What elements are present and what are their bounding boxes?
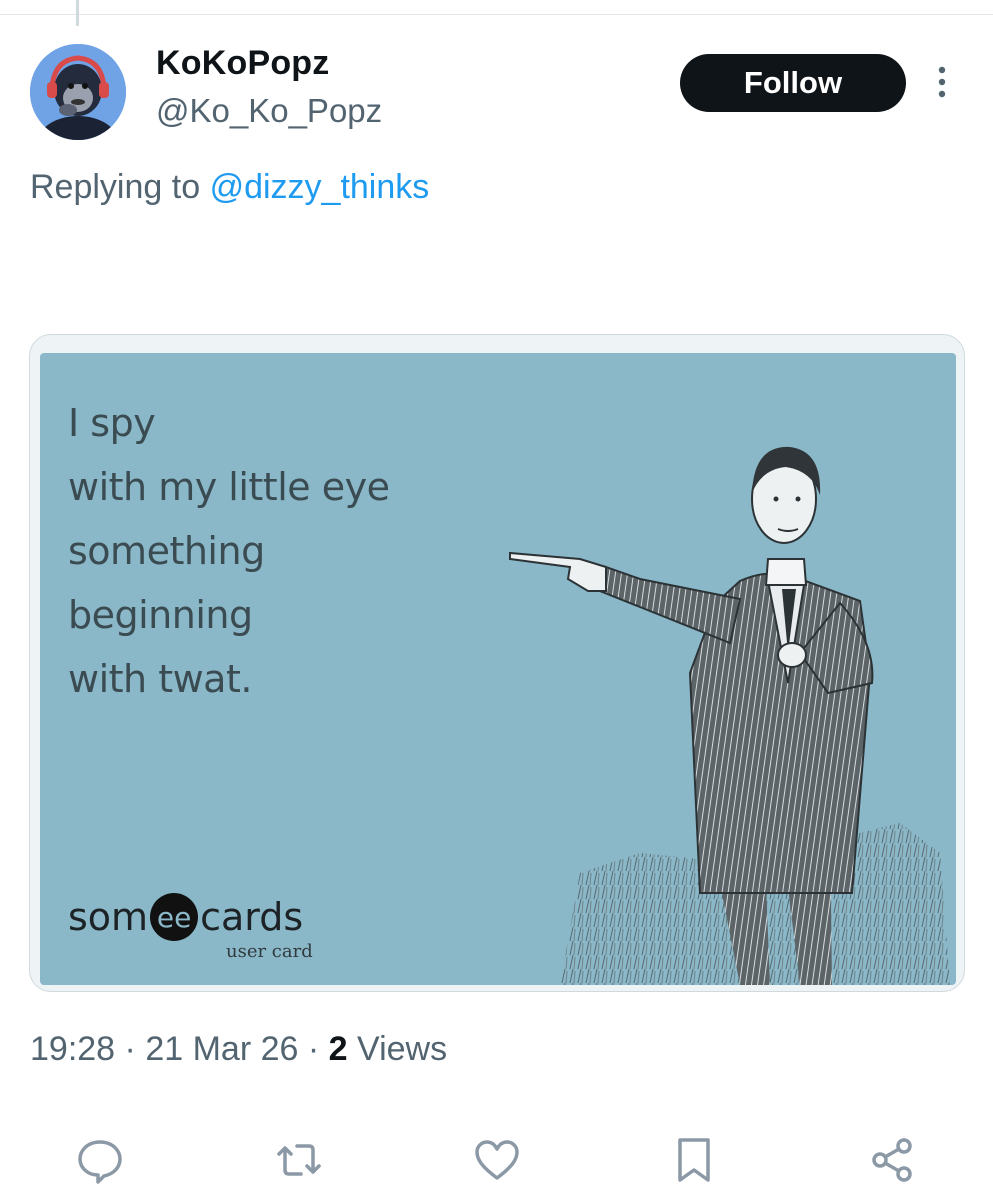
replying-mention-link[interactable]: @dizzy_thinks — [210, 168, 430, 206]
reply-icon[interactable] — [74, 1134, 126, 1186]
tweet-date[interactable]: 21 Mar 26 — [145, 1030, 298, 1068]
brand-left: som — [68, 895, 149, 939]
brand-ee-badge: ee — [150, 893, 199, 941]
heart-icon[interactable] — [471, 1134, 523, 1186]
meta-separator: · — [307, 1030, 320, 1068]
chimp-avatar-icon — [30, 44, 126, 140]
replying-prefix: Replying to — [30, 168, 201, 206]
brand-subtitle: user card — [226, 941, 313, 962]
follow-button[interactable]: Follow — [680, 54, 906, 112]
tweet-time[interactable]: 19:28 — [30, 1030, 115, 1068]
tweet-media[interactable]: I spy with my little eye something begin… — [29, 334, 965, 992]
display-name[interactable]: KoKoPopz — [156, 44, 329, 83]
user-handle[interactable]: @Ko_Ko_Popz — [156, 92, 382, 130]
views-label: Views — [357, 1030, 448, 1068]
meta-separator: · — [124, 1030, 136, 1068]
top-divider — [0, 14, 993, 15]
avatar[interactable] — [30, 44, 126, 140]
share-icon[interactable] — [866, 1134, 918, 1186]
tweet-meta: 19:28 · 21 Mar 26 · 2 Views — [30, 1030, 447, 1069]
bookmark-icon[interactable] — [668, 1134, 720, 1186]
replying-to-line: Replying to @dizzy_thinks — [30, 168, 429, 207]
brand-right: cards — [200, 895, 304, 939]
pointing-man-illustration — [509, 446, 950, 985]
tweet-actions-bar — [0, 1134, 993, 1190]
retweet-icon[interactable] — [273, 1134, 325, 1186]
ecard-image: I spy with my little eye something begin… — [40, 353, 956, 985]
more-vertical-icon[interactable] — [928, 62, 956, 102]
thread-connector-line — [76, 0, 79, 26]
someecards-logo: som ee cards — [68, 893, 303, 941]
views-count: 2 — [328, 1030, 348, 1068]
